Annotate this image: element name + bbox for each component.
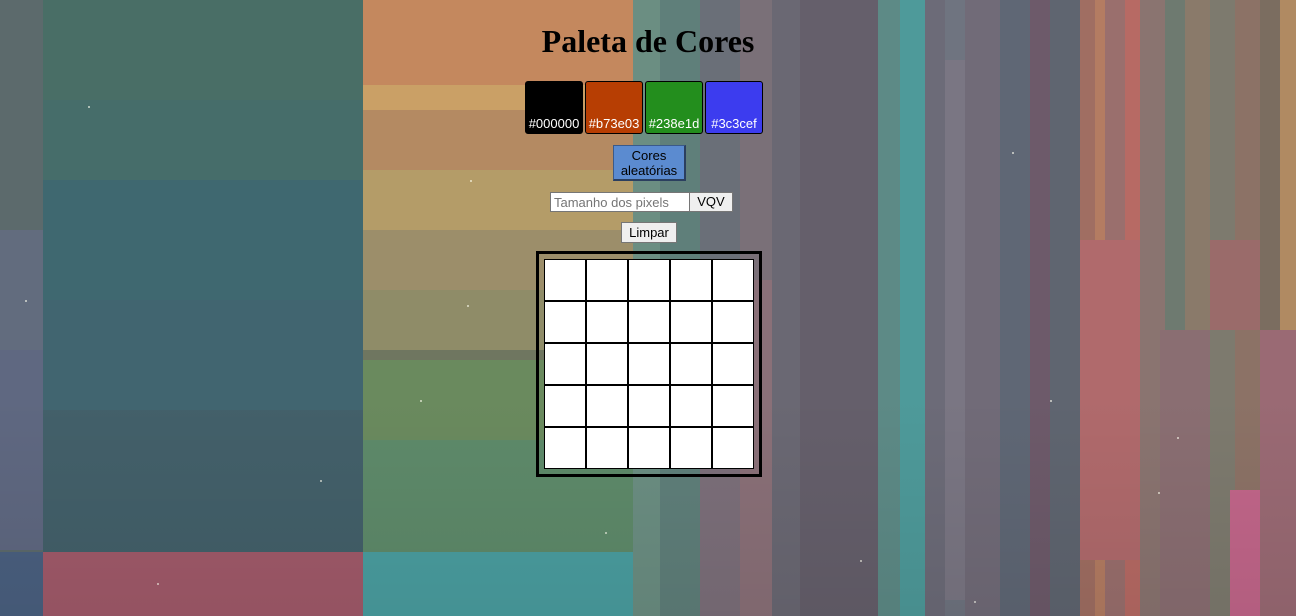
pixel[interactable] (628, 427, 670, 469)
page-title: Paleta de Cores (541, 23, 755, 59)
pixel[interactable] (544, 427, 586, 469)
pixel[interactable] (712, 385, 754, 427)
random-colors-button[interactable]: Cores aleatórias (613, 145, 686, 181)
color-swatch-orange[interactable]: #b73e03 (585, 81, 643, 134)
pixel[interactable] (712, 301, 754, 343)
pixel[interactable] (628, 259, 670, 301)
clear-board-button[interactable]: Limpar (621, 222, 677, 243)
color-hex-label: #b73e03 (588, 116, 640, 131)
pixel[interactable] (544, 259, 586, 301)
pixel[interactable] (544, 301, 586, 343)
pixel-board (536, 251, 762, 477)
color-swatch-green[interactable]: #238e1d (645, 81, 703, 134)
color-palette: #000000 #b73e03 #238e1d #3c3cef (525, 81, 763, 134)
pixel[interactable] (628, 343, 670, 385)
pixel[interactable] (670, 301, 712, 343)
pixel[interactable] (670, 427, 712, 469)
pixel[interactable] (586, 259, 628, 301)
pixel[interactable] (712, 259, 754, 301)
pixel[interactable] (544, 385, 586, 427)
pixel[interactable] (712, 343, 754, 385)
pixel[interactable] (586, 385, 628, 427)
board-size-controls: VQV (550, 192, 733, 212)
color-hex-label: #238e1d (648, 116, 700, 131)
generate-board-button[interactable]: VQV (689, 192, 733, 212)
pixel[interactable] (586, 301, 628, 343)
color-swatch-blue[interactable]: #3c3cef (705, 81, 763, 134)
app-root: Paleta de Cores #000000 #b73e03 #238e1d … (0, 0, 1296, 616)
pixel[interactable] (628, 385, 670, 427)
pixel[interactable] (628, 301, 670, 343)
color-swatch-black[interactable]: #000000 (525, 81, 583, 134)
color-hex-label: #000000 (528, 116, 580, 131)
pixel[interactable] (670, 259, 712, 301)
pixel[interactable] (670, 343, 712, 385)
pixel[interactable] (586, 427, 628, 469)
pixel[interactable] (586, 343, 628, 385)
color-hex-label: #3c3cef (711, 116, 757, 131)
board-size-input[interactable] (550, 192, 690, 212)
pixel[interactable] (670, 385, 712, 427)
pixel[interactable] (544, 343, 586, 385)
pixel-grid (544, 259, 754, 469)
pixel[interactable] (712, 427, 754, 469)
